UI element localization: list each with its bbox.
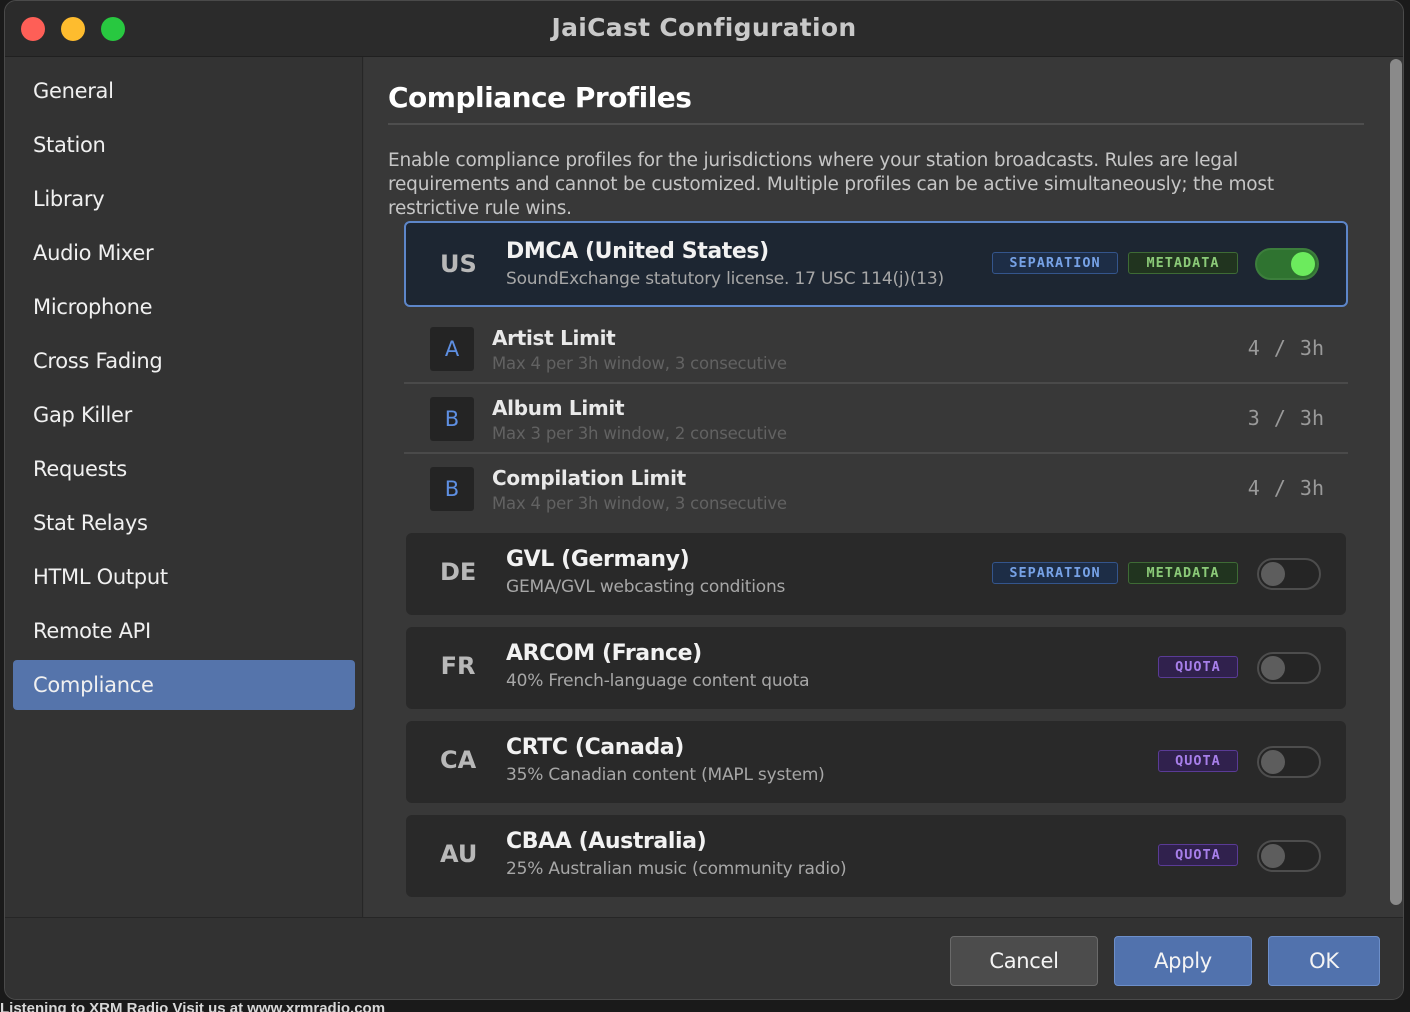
profile-code: DE	[440, 558, 477, 586]
rule-value: 4 / 3h	[1247, 336, 1324, 360]
sidebar-item-html-output[interactable]: HTML Output	[13, 552, 355, 602]
toggle-knob	[1261, 656, 1285, 680]
panel-description: Enable compliance profiles for the juris…	[388, 150, 1274, 219]
sidebar-item-library[interactable]: Library	[13, 174, 355, 224]
profile-toggle-us[interactable]	[1255, 248, 1319, 280]
scrollbar-thumb[interactable]	[1390, 59, 1402, 905]
profile-code: AU	[440, 840, 478, 868]
profile-name: DMCA (United States)	[506, 239, 769, 264]
rule-name: Album Limit	[492, 396, 625, 420]
metadata-badge: METADATA	[1128, 252, 1238, 274]
profile-description: 35% Canadian content (MAPL system)	[506, 765, 825, 785]
profile-name: ARCOM (France)	[506, 641, 702, 666]
profile-code: CA	[440, 746, 477, 774]
compliance-panel: Compliance Profiles Enable compliance pr…	[364, 57, 1403, 917]
rule-letter: B	[430, 397, 474, 441]
profile-description: GEMA/GVL webcasting conditions	[506, 577, 786, 597]
metadata-badge: METADATA	[1128, 562, 1238, 584]
sidebar: General Station Library Audio Mixer Micr…	[5, 57, 363, 917]
rule-row-compilation-limit: B Compilation Limit Max 4 per 3h window,…	[404, 454, 1348, 524]
profile-code: US	[440, 250, 477, 278]
rule-value: 4 / 3h	[1247, 476, 1324, 500]
profile-card-au[interactable]: AU CBAA (Australia) 25% Australian music…	[406, 815, 1346, 897]
sidebar-item-gap-killer[interactable]: Gap Killer	[13, 390, 355, 440]
configuration-window: JaiCast Configuration General Station Li…	[4, 0, 1404, 1000]
sidebar-item-stat-relays[interactable]: Stat Relays	[13, 498, 355, 548]
profile-name: CBAA (Australia)	[506, 829, 707, 854]
toggle-knob	[1261, 844, 1285, 868]
profile-description: SoundExchange statutory license. 17 USC …	[506, 269, 944, 289]
quota-badge: QUOTA	[1158, 750, 1238, 772]
profile-card-fr[interactable]: FR ARCOM (France) 40% French-language co…	[406, 627, 1346, 709]
sidebar-item-station[interactable]: Station	[13, 120, 355, 170]
rule-letter: B	[430, 467, 474, 511]
cancel-button[interactable]: Cancel	[950, 936, 1098, 986]
profile-card-ca[interactable]: CA CRTC (Canada) 35% Canadian content (M…	[406, 721, 1346, 803]
profile-card-us[interactable]: US DMCA (United States) SoundExchange st…	[404, 221, 1348, 307]
profile-name: GVL (Germany)	[506, 547, 690, 572]
separation-badge: SEPARATION	[992, 252, 1118, 274]
sidebar-item-microphone[interactable]: Microphone	[13, 282, 355, 332]
rule-name: Artist Limit	[492, 326, 616, 350]
sidebar-item-audio-mixer[interactable]: Audio Mixer	[13, 228, 355, 278]
toggle-knob	[1261, 750, 1285, 774]
ok-button[interactable]: OK	[1268, 936, 1380, 986]
sidebar-item-remote-api[interactable]: Remote API	[13, 606, 355, 656]
title-bar: JaiCast Configuration	[5, 1, 1403, 57]
profile-toggle-au[interactable]	[1257, 840, 1321, 872]
separation-badge: SEPARATION	[992, 562, 1118, 584]
profile-code: FR	[440, 652, 476, 680]
profile-toggle-fr[interactable]	[1257, 652, 1321, 684]
toggle-knob	[1291, 252, 1315, 276]
quota-badge: QUOTA	[1158, 656, 1238, 678]
sidebar-item-compliance[interactable]: Compliance	[13, 660, 355, 710]
rule-name: Compilation Limit	[492, 466, 686, 490]
title-divider	[388, 123, 1364, 125]
profile-name: CRTC (Canada)	[506, 735, 684, 760]
rule-letter: A	[430, 327, 474, 371]
rule-description: Max 3 per 3h window, 2 consecutive	[492, 424, 787, 443]
background-window-text: Listening to XRM Radio Visit us at www.x…	[0, 1000, 386, 1012]
vertical-scrollbar[interactable]	[1388, 57, 1403, 917]
sidebar-item-requests[interactable]: Requests	[13, 444, 355, 494]
profile-card-de[interactable]: DE GVL (Germany) GEMA/GVL webcasting con…	[406, 533, 1346, 615]
rule-row-artist-limit: A Artist Limit Max 4 per 3h window, 3 co…	[404, 314, 1348, 384]
profile-description: 40% French-language content quota	[506, 671, 810, 691]
profile-toggle-de[interactable]	[1257, 558, 1321, 590]
profile-description: 25% Australian music (community radio)	[506, 859, 847, 879]
rule-description: Max 4 per 3h window, 3 consecutive	[492, 354, 787, 373]
profile-toggle-ca[interactable]	[1257, 746, 1321, 778]
window-title: JaiCast Configuration	[551, 13, 857, 42]
toggle-knob	[1261, 562, 1285, 586]
sidebar-item-cross-fading[interactable]: Cross Fading	[13, 336, 355, 386]
page-title: Compliance Profiles	[388, 81, 692, 114]
rule-description: Max 4 per 3h window, 3 consecutive	[492, 494, 787, 513]
quota-badge: QUOTA	[1158, 844, 1238, 866]
rule-row-album-limit: B Album Limit Max 3 per 3h window, 2 con…	[404, 384, 1348, 454]
rule-value: 3 / 3h	[1247, 406, 1324, 430]
sidebar-item-general[interactable]: General	[13, 66, 355, 116]
dialog-footer: Cancel Apply OK	[5, 917, 1403, 999]
apply-button[interactable]: Apply	[1114, 936, 1252, 986]
